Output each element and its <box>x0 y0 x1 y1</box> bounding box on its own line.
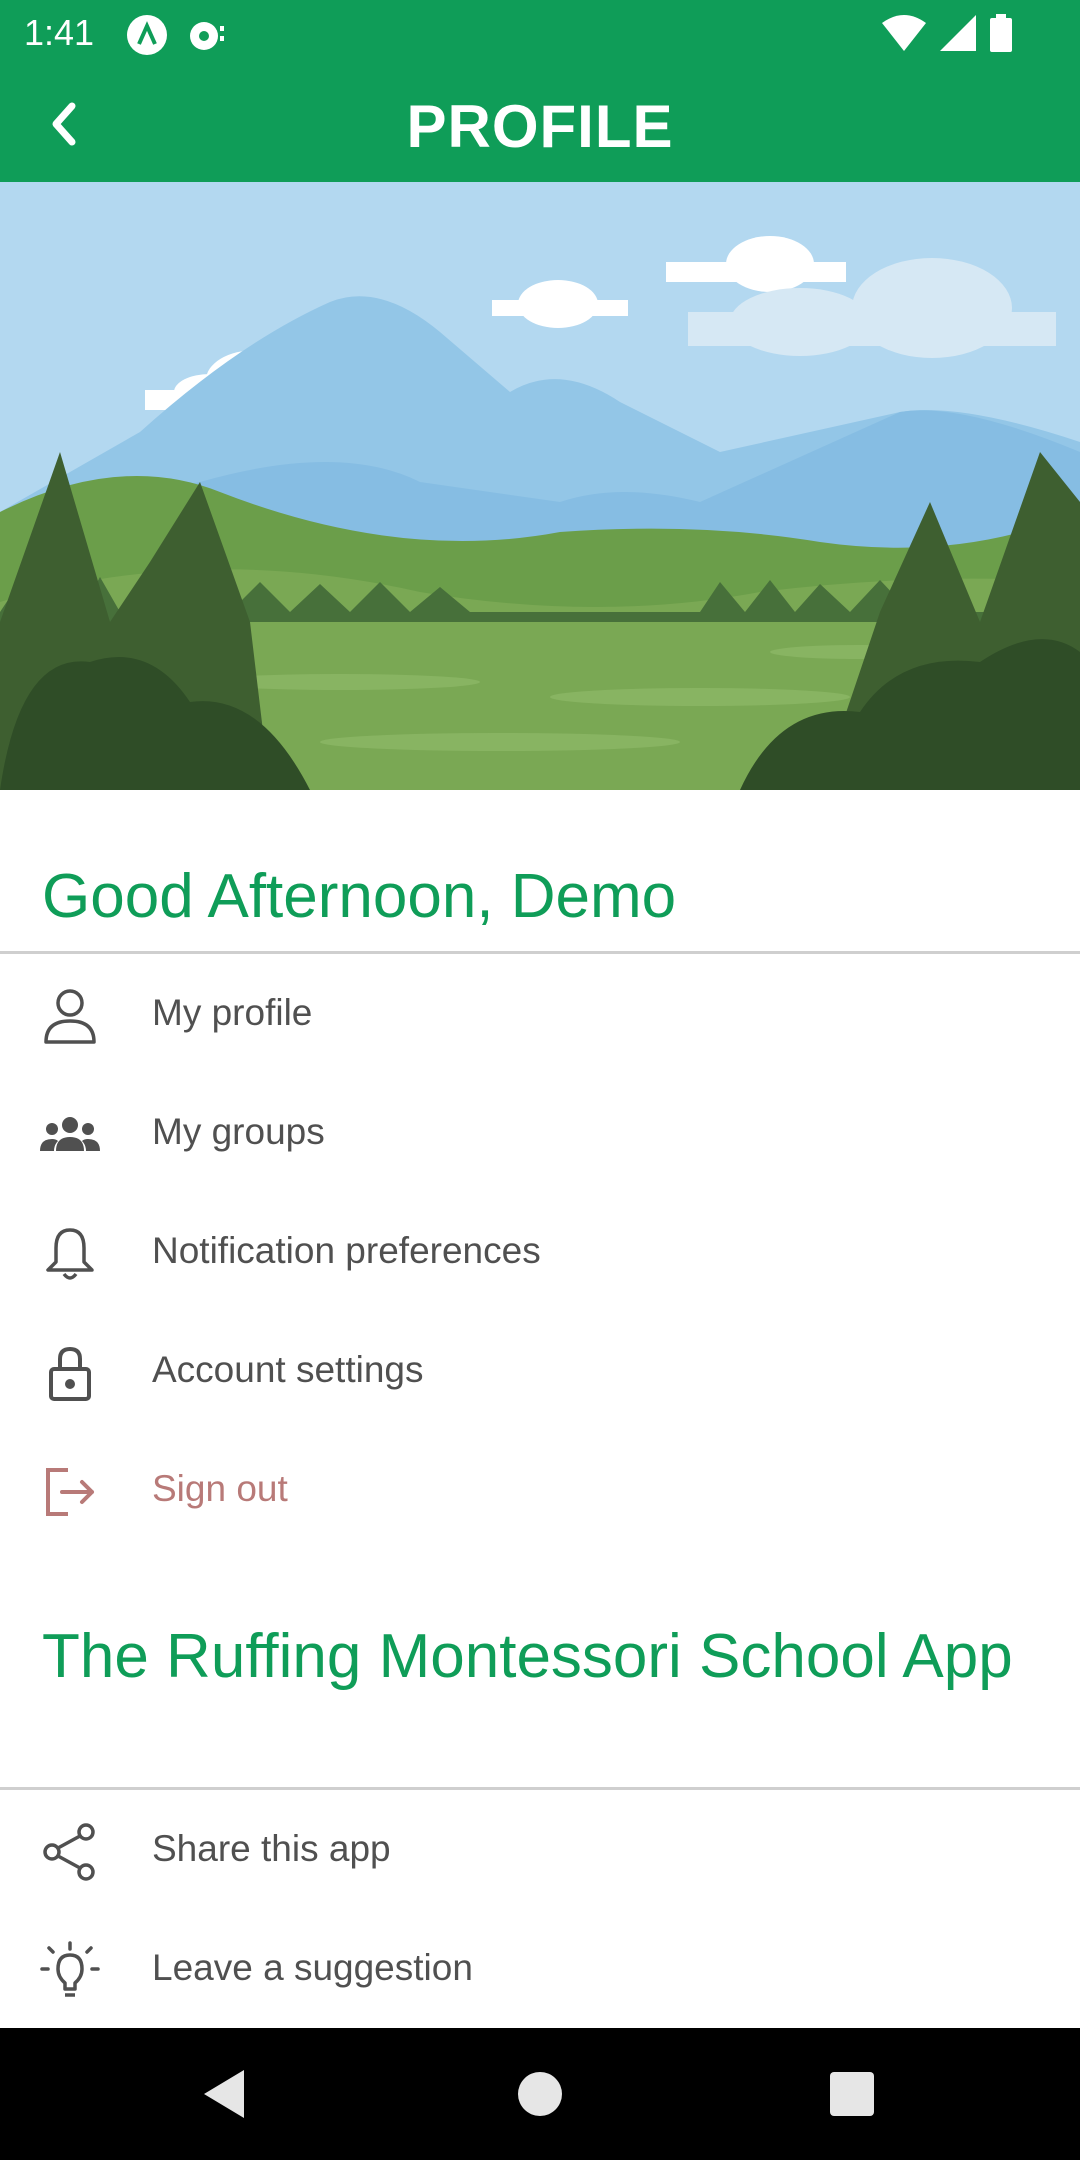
sign-out-item[interactable]: Sign out <box>0 1432 1080 1551</box>
notification-preferences-item[interactable]: Notification preferences <box>0 1194 1080 1313</box>
person-icon <box>44 989 96 1044</box>
lightbulb-icon <box>40 1941 100 1997</box>
account-settings-label: Account settings <box>152 1349 424 1390</box>
app-section-title: The Ruffing Montessori School App <box>42 1622 1013 1691</box>
recents-square-icon[interactable] <box>822 2064 882 2124</box>
share-app-item[interactable]: Share this app <box>0 1792 1080 1911</box>
share-app-label: Share this app <box>152 1828 391 1869</box>
media-notification-icon <box>190 22 224 50</box>
my-profile-item[interactable]: My profile <box>0 956 1080 1075</box>
app-notification-icon <box>127 15 167 55</box>
notification-preferences-label: Notification preferences <box>152 1230 541 1271</box>
share-icon <box>43 1823 95 1881</box>
account-settings-item[interactable]: Account settings <box>0 1313 1080 1432</box>
my-groups-label: My groups <box>152 1111 325 1152</box>
back-triangle-icon[interactable] <box>196 2064 256 2124</box>
divider <box>0 951 1080 954</box>
my-profile-label: My profile <box>152 992 313 1033</box>
home-circle-icon[interactable] <box>510 2064 570 2124</box>
sign-out-label: Sign out <box>152 1468 288 1509</box>
bell-icon <box>46 1228 94 1280</box>
lock-icon <box>49 1346 91 1401</box>
leave-suggestion-label: Leave a suggestion <box>152 1947 473 1988</box>
divider <box>0 1787 1080 1790</box>
system-nav-bar <box>0 2028 1080 2160</box>
wifi-icon <box>882 15 926 51</box>
page-title: PROFILE <box>406 93 674 160</box>
my-groups-item[interactable]: My groups <box>0 1075 1080 1194</box>
status-bar: 1:41 <box>0 0 1080 64</box>
cellular-signal-icon <box>940 15 976 51</box>
status-time: 1:41 <box>24 12 95 53</box>
groups-icon <box>40 1117 100 1151</box>
sign-out-icon <box>46 1468 94 1516</box>
battery-icon <box>990 14 1012 52</box>
leave-suggestion-item[interactable]: Leave a suggestion <box>0 1911 1080 2030</box>
app-bar: PROFILE <box>0 64 1080 182</box>
greeting-title: Good Afternoon, Demo <box>42 862 677 931</box>
hero-landscape-image <box>0 182 1080 790</box>
